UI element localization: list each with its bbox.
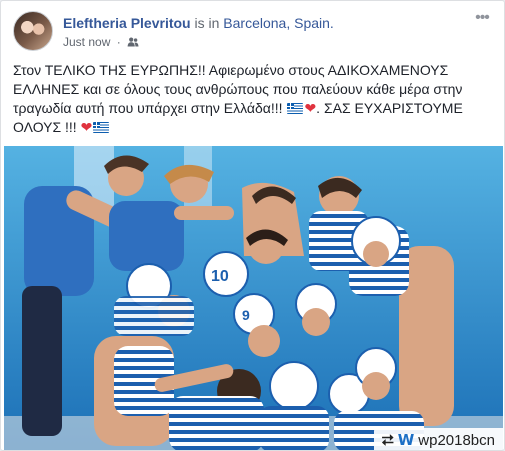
svg-text:10: 10 bbox=[211, 268, 229, 285]
red-heart-icon: ❤ bbox=[80, 119, 93, 135]
meta-separator: · bbox=[116, 35, 121, 49]
greek-flag-icon bbox=[287, 103, 304, 114]
location-prefix: is in bbox=[194, 15, 220, 31]
repost-icon: ⮂ bbox=[381, 432, 394, 449]
greek-flag-icon bbox=[93, 122, 110, 133]
repost-watermark: ⮂ Wwp2018bcn bbox=[373, 428, 503, 450]
watermark-text: wp2018bcn bbox=[418, 432, 495, 449]
post-header: Eleftheria Plevritou is in Barcelona, Sp… bbox=[13, 10, 492, 53]
post-photo[interactable]: 10 9 ⮂ W wp2018bcn bbox=[4, 146, 503, 450]
author-avatar[interactable] bbox=[13, 11, 53, 51]
location-link[interactable]: Barcelona, Spain. bbox=[223, 15, 334, 31]
team-celebration-photo: 10 9 bbox=[4, 146, 503, 450]
post-body-text: Στον ΤΕΛΙΚΟ ΤΗΣ ΕΥΡΩΠΗΣ!! Αφιερωμένο στο… bbox=[13, 61, 493, 137]
post-meta: Just now · bbox=[63, 34, 139, 50]
facebook-post-card: Eleftheria Plevritou is in Barcelona, Sp… bbox=[0, 0, 505, 451]
wp2018-logo-icon: W bbox=[397, 431, 415, 449]
friends-icon[interactable] bbox=[127, 36, 139, 48]
more-options-icon[interactable]: ••• bbox=[472, 10, 492, 27]
author-name-link[interactable]: Eleftheria Plevritou bbox=[63, 15, 191, 31]
svg-text:9: 9 bbox=[242, 307, 250, 323]
red-heart-icon: ❤ bbox=[304, 100, 317, 116]
post-timestamp[interactable]: Just now bbox=[63, 35, 110, 49]
post-author-line: Eleftheria Plevritou is in Barcelona, Sp… bbox=[63, 14, 334, 32]
